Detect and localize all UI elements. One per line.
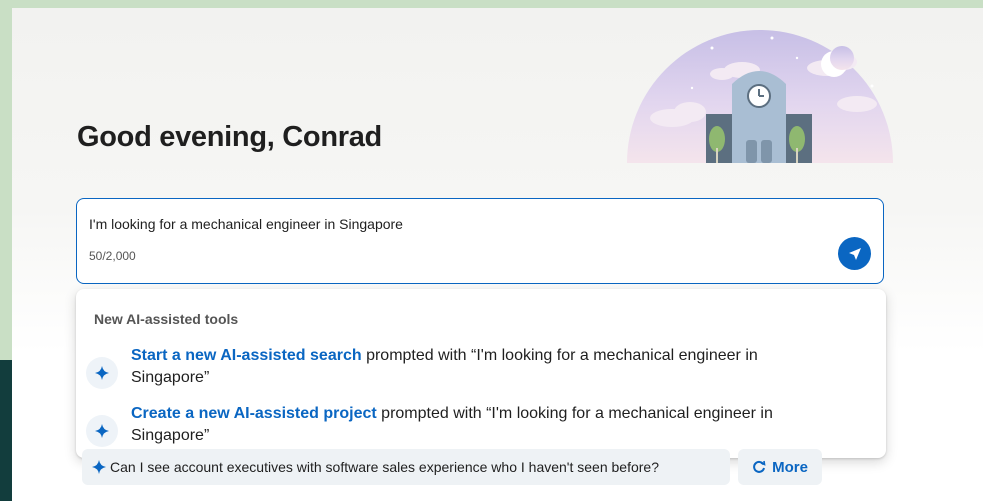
evening-building-illustration [627,30,893,163]
main-page: Good evening, Conrad I'm looking for a m… [12,8,983,501]
search-input-value[interactable]: I'm looking for a mechanical engineer in… [89,216,403,232]
suggested-prompt-chip[interactable]: Can I see account executives with softwa… [82,449,730,485]
search-input[interactable]: I'm looking for a mechanical engineer in… [76,198,884,284]
more-suggestions-button[interactable]: More [738,449,822,485]
send-button[interactable] [838,237,871,270]
start-ai-search-link[interactable]: Start a new AI-assisted search [131,347,362,364]
sparkle-icon [86,357,118,389]
start-ai-search-option[interactable]: Start a new AI-assisted search prompted … [76,345,886,397]
page-title: Good evening, Conrad [77,121,382,153]
option-text: Start a new AI-assisted search prompted … [131,345,831,389]
sparkle-icon [92,460,106,474]
create-ai-project-option[interactable]: Create a new AI-assisted project prompte… [76,403,886,455]
create-ai-project-link[interactable]: Create a new AI-assisted project [131,405,377,422]
dropdown-header: New AI-assisted tools [94,311,239,327]
character-count: 50/2,000 [89,249,136,263]
background-dark-strip [0,360,12,501]
sparkle-icon [86,415,118,447]
suggested-prompt-text: Can I see account executives with softwa… [110,459,659,475]
option-text: Create a new AI-assisted project prompte… [131,403,831,447]
more-suggestions-label: More [772,458,808,476]
send-icon [848,247,861,260]
suggested-prompts: Can I see account executives with softwa… [82,449,882,487]
refresh-icon [752,460,766,474]
ai-tools-dropdown: New AI-assisted tools Start a new AI-ass… [76,289,886,458]
